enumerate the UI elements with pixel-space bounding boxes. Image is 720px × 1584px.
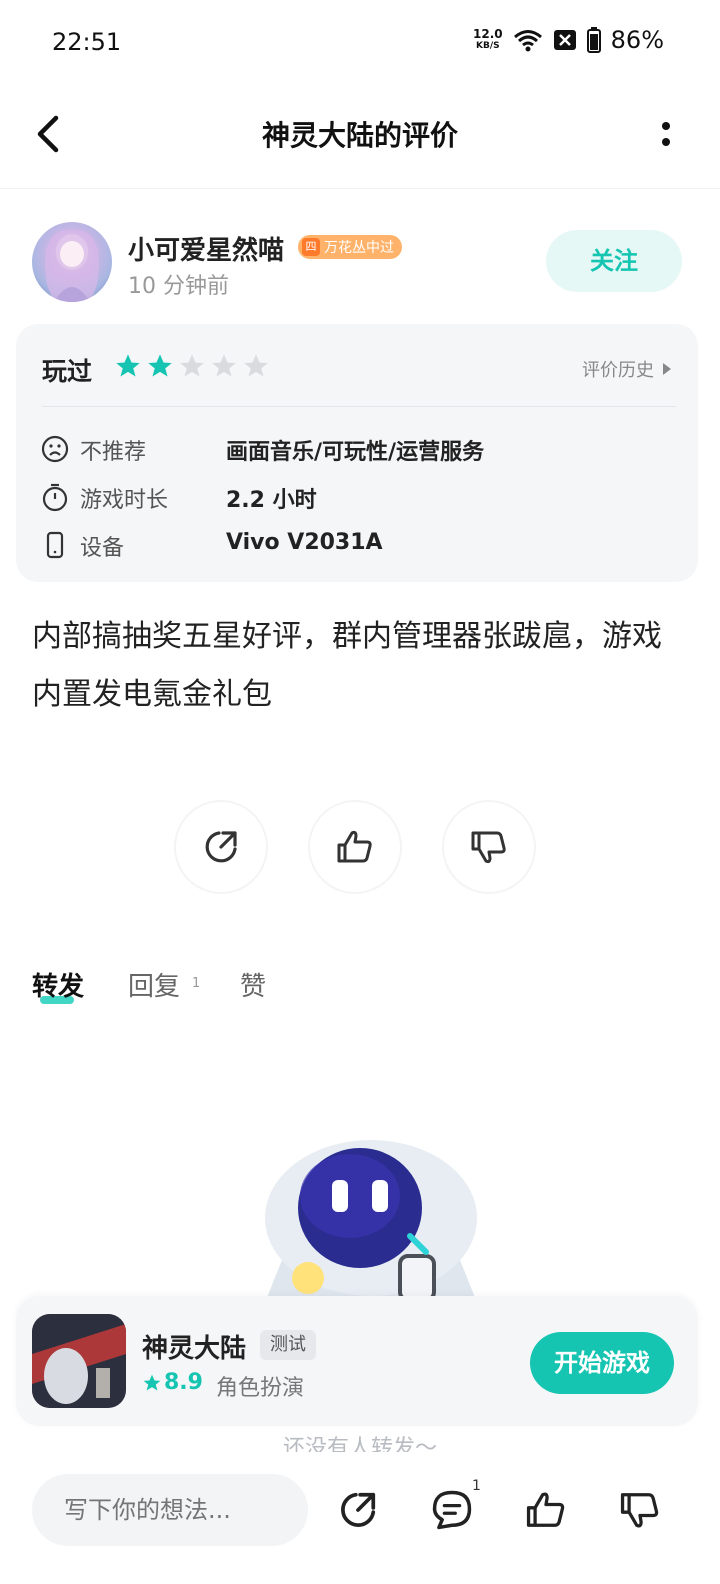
- like-button[interactable]: [310, 802, 400, 892]
- recommend-label: 不推荐: [80, 440, 147, 465]
- badge-icon: 四: [302, 238, 320, 256]
- net-speed-value: 12.0: [473, 27, 503, 41]
- game-genre: 角色扮演: [216, 1376, 305, 1401]
- post-time: 10 分钟前: [128, 274, 229, 299]
- star-rating: [114, 352, 270, 380]
- thumbs-down-icon: [471, 831, 506, 864]
- game-name[interactable]: 神灵大陆: [142, 1328, 246, 1365]
- stopwatch-icon: [42, 483, 68, 512]
- star-filled-icon: [148, 354, 172, 377]
- star-empty-icon: [244, 354, 268, 377]
- follow-button[interactable]: 关注: [546, 230, 682, 292]
- game-icon[interactable]: [32, 1314, 126, 1408]
- battery-icon: [586, 27, 601, 53]
- review-history-label: 评价历史: [582, 360, 654, 381]
- tab-likes[interactable]: 赞: [240, 966, 266, 1003]
- avatar-illustration: [45, 229, 99, 302]
- wifi-icon: [513, 30, 542, 52]
- card-divider: [42, 406, 676, 407]
- thumbs-up-icon[interactable]: [522, 1486, 570, 1534]
- star-empty-icon: [180, 354, 204, 377]
- avatar[interactable]: [32, 222, 112, 302]
- star-filled-icon: [116, 354, 140, 377]
- tab-forward[interactable]: 转发: [32, 966, 84, 1003]
- share-button[interactable]: [176, 802, 266, 892]
- net-speed: 12.0 KB/S: [473, 28, 503, 52]
- thumbs-up-icon: [337, 830, 372, 863]
- header-divider: [0, 188, 720, 189]
- review-history-link[interactable]: 评价历史: [582, 356, 672, 382]
- game-rating-value: 8.9: [164, 1370, 203, 1395]
- game-art: [32, 1314, 126, 1408]
- thumbs-down-icon[interactable]: [616, 1486, 664, 1534]
- review-text: 内部搞抽奖五星好评，群内管理器张跋扈，游戏内置发电氪金礼包: [32, 619, 662, 712]
- star-icon: [143, 1374, 161, 1390]
- net-speed-unit: KB/S: [476, 41, 500, 51]
- phone-icon: [46, 531, 64, 559]
- reply-tab-count: 1: [192, 976, 201, 991]
- playtime-value: 2.2 小时: [226, 488, 317, 513]
- more-options-icon[interactable]: [656, 118, 676, 158]
- recommend-value: 画面音乐/可玩性/运营服务: [226, 440, 485, 465]
- share-icon[interactable]: [334, 1486, 382, 1534]
- star-empty-icon: [212, 354, 236, 377]
- no-sim-icon: [553, 30, 576, 50]
- playtime-label: 游戏时长: [80, 488, 169, 513]
- caret-right-icon: [663, 363, 671, 375]
- share-icon: [205, 831, 237, 863]
- start-game-button[interactable]: 开始游戏: [530, 1332, 674, 1394]
- username[interactable]: 小可爱星然喵: [128, 230, 284, 267]
- device-label: 设备: [80, 536, 125, 561]
- comment-icon[interactable]: [428, 1486, 476, 1534]
- comment-input[interactable]: [32, 1474, 308, 1546]
- status-icons: 12.0 KB/S 86%: [473, 26, 664, 54]
- sad-face-icon: [41, 435, 69, 463]
- badge-label: 万花丛中过: [324, 240, 394, 256]
- status-time: 22:51: [52, 28, 122, 56]
- game-rating: 8.9: [142, 1370, 203, 1395]
- comment-count: 1: [472, 1478, 481, 1494]
- dislike-button[interactable]: [444, 802, 534, 892]
- played-label: 玩过: [42, 357, 93, 386]
- mascot-illustration: [265, 1140, 477, 1300]
- device-value: Vivo V2031A: [226, 530, 383, 555]
- game-tag: 测试: [260, 1330, 316, 1360]
- tab-reply[interactable]: 回复: [128, 966, 180, 1003]
- user-badge: 四 万花丛中过: [298, 235, 402, 259]
- page-title: 神灵大陆的评价: [261, 119, 458, 152]
- battery-percent: 86%: [610, 26, 664, 54]
